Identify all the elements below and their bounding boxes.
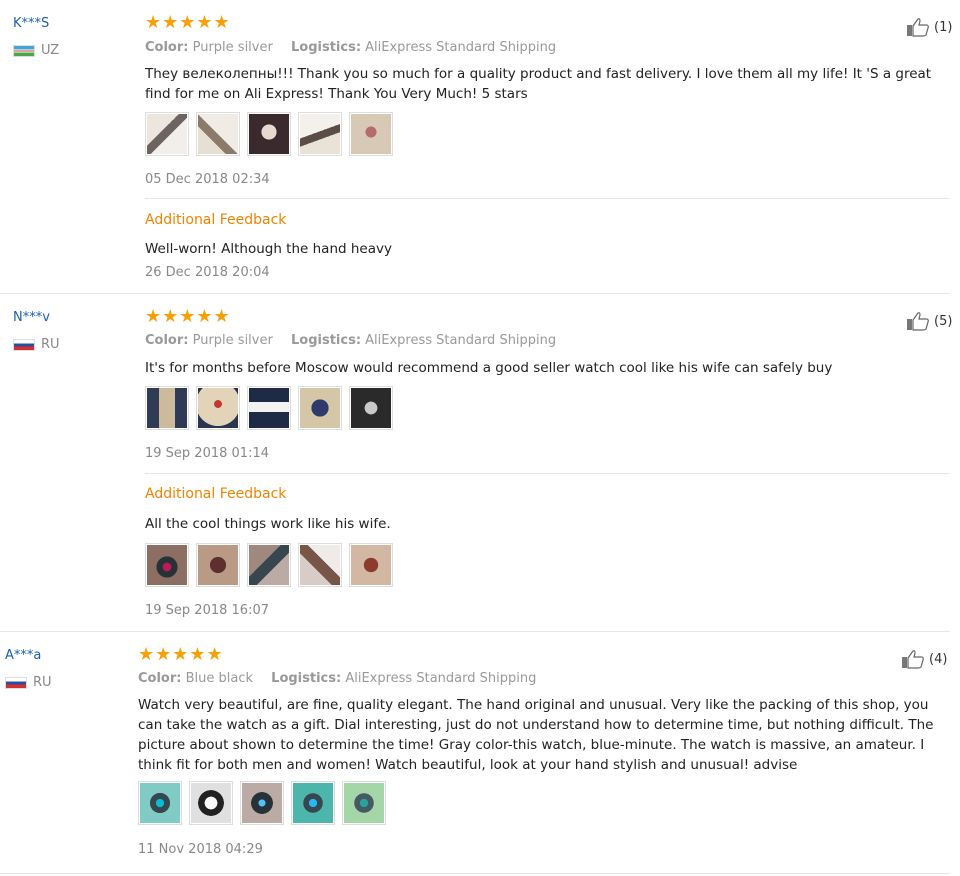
additional-feedback-photos [145,543,393,587]
flag-ru-icon [5,676,27,689]
logistics-label: Logistics: [290,333,362,348]
review-text: They велеколепны!!! Thank you so much fo… [145,66,932,102]
review-date: 19 Sep 2018 01:14 [145,446,269,461]
color-label: Color: [138,671,182,686]
review-attributes: Color: Purple silver Logistics: AliExpre… [145,40,556,55]
review-photo[interactable] [247,543,291,587]
review-text: It's for months before Moscow would reco… [145,360,833,376]
reviewer-country: RU [13,337,60,352]
review-text: Watch very beautiful, are fine, quality … [138,697,934,773]
helpful-count: (1) [934,19,953,35]
thumbs-up-icon [907,312,929,331]
review-divider [0,631,950,632]
review-photo[interactable] [342,781,386,825]
logistics-value: AliExpress Standard Shipping [345,671,537,686]
helpful-count: (5) [934,313,953,329]
additional-feedback-text: All the cool things work like his wife. [145,516,391,532]
color-value: Purple silver [192,333,273,348]
country-code: UZ [41,43,60,58]
review-photo[interactable] [349,543,393,587]
review-photo[interactable] [145,386,189,430]
star-rating: ★★★★★ [145,306,231,327]
additional-feedback-date: 26 Dec 2018 20:04 [145,265,270,280]
review-photo[interactable] [298,543,342,587]
flag-uz-icon [13,44,35,57]
review-photo[interactable] [247,386,291,430]
review-photo[interactable] [196,112,240,156]
review-photo[interactable] [349,112,393,156]
section-divider [145,198,950,199]
review-attributes: Color: Purple silver Logistics: AliExpre… [145,333,556,348]
star-rating: ★★★★★ [138,644,224,665]
review-divider [0,293,950,294]
helpful-button[interactable]: (5) [906,311,952,331]
additional-feedback-date: 19 Sep 2018 16:07 [145,603,269,618]
additional-feedback-label: Additional Feedback [145,212,287,228]
review-photos [145,112,393,156]
thumbs-up-icon [907,18,929,37]
reviewer-country: RU [5,675,52,690]
section-divider [145,473,950,474]
review-photo[interactable] [298,386,342,430]
review-divider [0,873,950,874]
thumbs-up-icon [902,650,924,669]
review-photo[interactable] [189,781,233,825]
color-label: Color: [145,40,189,55]
color-value: Purple silver [192,40,273,55]
additional-feedback-label: Additional Feedback [145,486,287,502]
review-photo[interactable] [291,781,335,825]
logistics-value: AliExpress Standard Shipping [365,333,557,348]
flag-ru-icon [13,338,35,351]
review-photo[interactable] [145,543,189,587]
review-photo[interactable] [298,112,342,156]
review-photo[interactable] [247,112,291,156]
logistics-label: Logistics: [271,671,342,686]
review-photo[interactable] [196,386,240,430]
review-photo[interactable] [349,386,393,430]
review-photo[interactable] [138,781,182,825]
reviewer-name[interactable]: K***S [13,16,49,31]
additional-feedback-text: Well-worn! Although the hand heavy [145,241,392,257]
helpful-button[interactable]: (4) [901,649,947,669]
review-photo[interactable] [196,543,240,587]
review-photos [138,781,386,825]
reviewer-name[interactable]: A***a [5,648,41,663]
country-code: RU [41,337,60,352]
helpful-button[interactable]: (1) [906,17,952,37]
reviewer-name[interactable]: N***v [13,310,50,325]
helpful-count: (4) [929,651,948,667]
logistics-value: AliExpress Standard Shipping [365,40,557,55]
review-date: 11 Nov 2018 04:29 [138,842,263,857]
color-label: Color: [145,333,189,348]
review-date: 05 Dec 2018 02:34 [145,172,270,187]
review-photo[interactable] [145,112,189,156]
review-attributes: Color: Blue black Logistics: AliExpress … [138,671,536,686]
review-photos [145,386,393,430]
logistics-label: Logistics: [290,40,362,55]
review-photo[interactable] [240,781,284,825]
reviewer-country: UZ [13,43,59,58]
country-code: RU [33,675,52,690]
color-value: Blue black [185,671,254,686]
star-rating: ★★★★★ [145,12,231,33]
